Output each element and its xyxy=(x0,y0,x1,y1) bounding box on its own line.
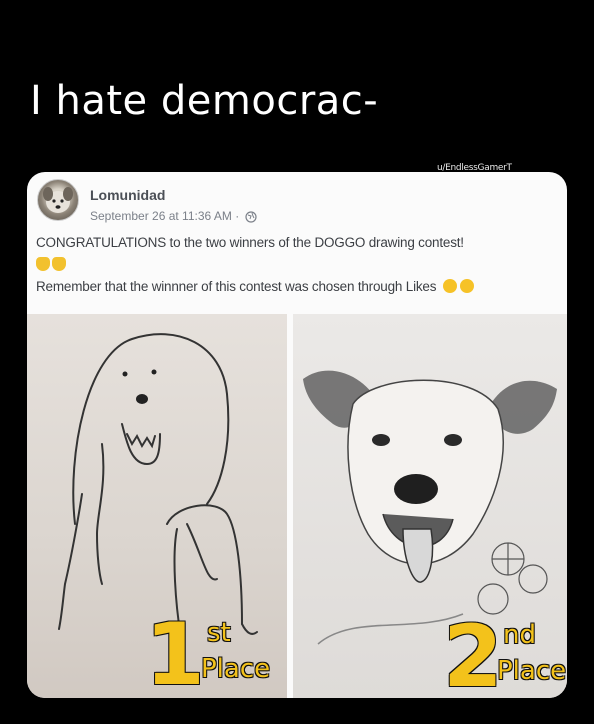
first-place-photo[interactable]: 1 st Place xyxy=(27,314,287,698)
avatar[interactable] xyxy=(37,179,79,221)
page-name[interactable]: Lomunidad xyxy=(90,187,165,203)
smile-emoji-icon xyxy=(442,279,457,293)
likes-text: Remember that the winnner of this contes… xyxy=(36,279,437,294)
post-text: CONGRATULATIONS to the two winners of th… xyxy=(36,232,561,298)
post-line-2: Remember that the winnner of this contes… xyxy=(36,276,561,298)
post-meta: September 26 at 11:36 AM · xyxy=(90,209,257,223)
first-place-suffix: st xyxy=(207,618,231,648)
dog-avatar-image xyxy=(43,187,73,213)
cat-emoji-icon xyxy=(36,257,50,271)
second-place-label: 2 nd Place xyxy=(443,614,566,698)
second-place-suffix: nd xyxy=(503,620,536,650)
cat-emoji-icon xyxy=(52,257,66,271)
globe-icon[interactable] xyxy=(244,211,257,223)
second-place-photo[interactable]: 2 nd Place xyxy=(293,314,567,698)
congrats-text: CONGRATULATIONS to the two winners of th… xyxy=(36,235,464,250)
facebook-post-card: Lomunidad September 26 at 11:36 AM · CON… xyxy=(27,172,567,698)
post-line-1: CONGRATULATIONS to the two winners of th… xyxy=(36,232,561,254)
meme-caption: I hate democrac- xyxy=(30,78,379,124)
first-place-word: Place xyxy=(201,654,271,684)
first-place-number: 1 xyxy=(145,605,205,698)
post-date[interactable]: September 26 at 11:36 AM xyxy=(90,209,232,223)
second-place-word: Place xyxy=(497,656,567,686)
emoji-line xyxy=(36,254,561,276)
second-place-number: 2 xyxy=(443,607,503,698)
smile-emoji-icon xyxy=(459,279,474,293)
meta-separator: · xyxy=(235,209,240,223)
first-place-label: 1 st Place xyxy=(145,612,270,698)
